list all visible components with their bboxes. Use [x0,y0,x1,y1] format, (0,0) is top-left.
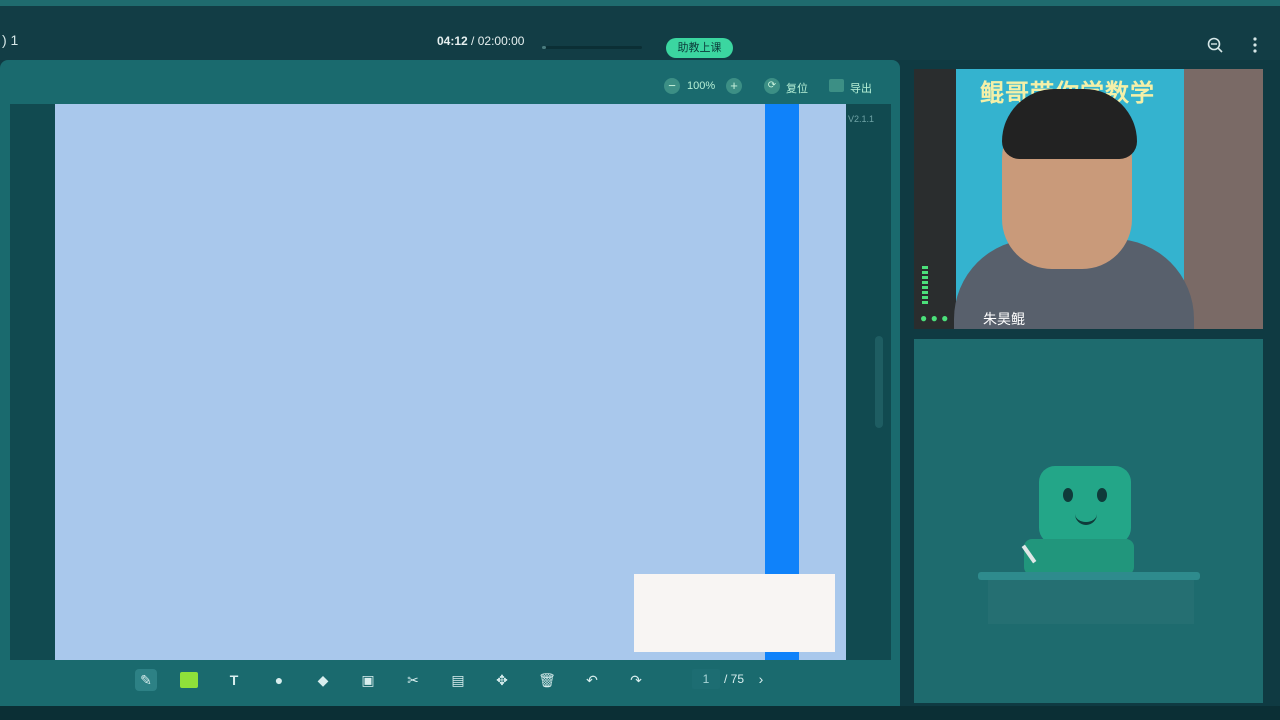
drawing-toolbar: ✎ T ● ◆ ▣ ✂ ▤ ✥ 🗑 ↶ ↷ 1 / 75 › [0,660,900,696]
desk-front [988,580,1194,624]
desk-top [978,572,1200,580]
zoom-level: 100% [687,80,716,92]
reset-icon[interactable]: ⟳ [764,78,780,94]
slide-white-box [634,574,835,652]
text-icon[interactable]: T [223,669,245,691]
video-background-wall [1184,69,1263,329]
class-timer: 04:12 / 02:00:00 [437,34,524,48]
scissors-icon[interactable]: ✂ [402,669,424,691]
current-page-input[interactable]: 1 [692,669,720,689]
zoom-out-button[interactable]: − [664,78,680,94]
search-icon[interactable] [1204,36,1226,58]
robot-smile [1075,514,1097,525]
shape-icon[interactable]: ● [268,669,290,691]
next-page-icon[interactable]: › [752,669,770,689]
slide-canvas[interactable] [55,104,846,660]
mic-status-icon: ● ● ● [920,311,949,325]
export-button[interactable]: 导出 [850,80,872,96]
reset-button[interactable]: 复位 [786,80,808,96]
move-icon[interactable]: ✥ [491,669,513,691]
student-count: ) 1 [2,32,19,48]
whiteboard-panel: − 100% + ⟳ 复位 导出 V2.1.1 ✎ T ● ◆ ▣ ✂ ▤ ✥ … [0,60,900,706]
redo-icon[interactable]: ↷ [625,669,647,691]
vertical-scrollbar[interactable] [875,336,883,428]
robot-left-eye [1063,488,1073,502]
student-video-placeholder [914,339,1263,703]
timer-separator: / [467,34,478,48]
screenshot-icon[interactable]: ▣ [357,669,379,691]
pen-icon[interactable]: ✎ [135,669,157,691]
export-icon[interactable] [829,79,844,92]
robot-body [1024,539,1134,575]
undo-icon[interactable]: ↶ [581,669,603,691]
delete-icon[interactable]: 🗑 [536,669,558,691]
version-label: V2.1.1 [848,114,875,124]
timer-elapsed: 04:12 [437,34,468,48]
board-top-toolbar: − 100% + ⟳ 复位 导出 [0,60,900,104]
canvas-area[interactable]: V2.1.1 [10,104,891,660]
timer-total: 02:00:00 [477,34,525,48]
bottom-strip [0,706,1280,720]
teacher-video: 鲲哥带你学数学 ● ● ● 朱昊鲲 [914,69,1263,329]
more-vertical-icon[interactable] [1244,36,1266,58]
image-icon[interactable]: ▤ [447,669,469,691]
teacher-name: 朱昊鲲 [983,312,1025,328]
class-progress-fill [542,46,546,49]
zoom-in-button[interactable]: + [726,78,742,94]
top-bar: ) 1 04:12 / 02:00:00 助教上课 [0,0,1280,60]
assistant-class-button[interactable]: 助教上课 [666,38,733,58]
mic-level-icon [922,264,928,304]
eraser-icon[interactable]: ◆ [312,669,334,691]
color-swatch[interactable] [180,672,198,688]
robot-mascot-icon [1039,466,1131,544]
total-pages: / 75 [724,672,745,686]
teacher-hair [1002,89,1137,159]
robot-right-eye [1097,488,1107,502]
class-progress-bar [542,46,642,49]
